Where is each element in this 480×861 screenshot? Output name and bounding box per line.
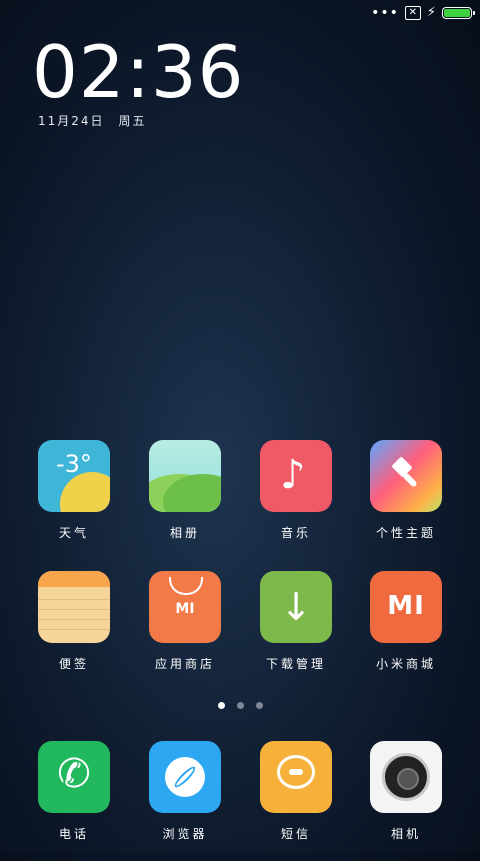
app-label: 下载管理 bbox=[265, 657, 326, 671]
down-arrow-glyph: ↓ bbox=[280, 585, 312, 629]
browser-icon bbox=[149, 741, 221, 813]
camera-icon bbox=[370, 741, 442, 813]
app-label: 便签 bbox=[58, 657, 89, 671]
app-downloads[interactable]: ↓ 下载管理 bbox=[246, 571, 346, 672]
more-dots-icon: ••• bbox=[371, 5, 399, 21]
app-music[interactable]: ♪ 音乐 bbox=[246, 440, 346, 541]
battery-icon bbox=[442, 7, 475, 19]
app-label: 小米商城 bbox=[375, 657, 436, 671]
app-label: 音乐 bbox=[280, 526, 311, 540]
download-icon: ↓ bbox=[260, 571, 332, 643]
page-dot[interactable] bbox=[217, 702, 225, 709]
app-store[interactable]: MI 应用商店 bbox=[135, 571, 235, 672]
mistore-mi-text: MI bbox=[387, 591, 425, 621]
app-row-2: 便签 MI 应用商店 ↓ 下载管理 MI 小米商城 bbox=[0, 571, 480, 691]
page-dot[interactable] bbox=[236, 702, 244, 709]
gallery-icon bbox=[149, 440, 221, 512]
phone-icon: ✆ bbox=[38, 741, 110, 813]
phone-glyph: ✆ bbox=[57, 751, 91, 797]
dock: ✆ 电话 浏览器 短信 相机 bbox=[0, 741, 480, 861]
app-weather[interactable]: -3° 天气 bbox=[24, 440, 124, 541]
page-dot[interactable] bbox=[255, 702, 263, 709]
bolt-icon: ⚡ bbox=[426, 5, 436, 20]
status-icons: ••• ✕ ⚡ bbox=[371, 5, 475, 21]
date-text: 11月24日 bbox=[38, 114, 105, 128]
mi-store-icon: MI bbox=[370, 571, 442, 643]
app-messages[interactable]: 短信 bbox=[246, 741, 346, 842]
app-label: 浏览器 bbox=[162, 827, 208, 841]
app-browser[interactable]: 浏览器 bbox=[135, 741, 235, 842]
message-icon bbox=[260, 741, 332, 813]
app-mi-store[interactable]: MI 小米商城 bbox=[356, 571, 456, 672]
weekday-text: 周五 bbox=[118, 114, 147, 128]
weather-temp: -3° bbox=[56, 450, 92, 478]
app-gallery[interactable]: 相册 bbox=[135, 440, 235, 541]
app-label: 天气 bbox=[58, 526, 89, 540]
app-store-icon: MI bbox=[149, 571, 221, 643]
app-row-1: -3° 天气 相册 ♪ 音乐 个性主题 bbox=[0, 440, 480, 560]
status-bar: ••• ✕ ⚡ bbox=[0, 0, 480, 28]
app-label: 相册 bbox=[169, 526, 200, 540]
music-icon: ♪ bbox=[260, 440, 332, 512]
app-label: 个性主题 bbox=[375, 526, 436, 540]
app-notes[interactable]: 便签 bbox=[24, 571, 124, 672]
app-label: 短信 bbox=[280, 827, 311, 841]
app-phone[interactable]: ✆ 电话 bbox=[24, 741, 124, 842]
clock-time[interactable]: 02:36 bbox=[32, 32, 245, 112]
themes-icon bbox=[370, 440, 442, 512]
store-mi-text: MI bbox=[175, 601, 195, 617]
notes-icon bbox=[38, 571, 110, 643]
app-label: 相机 bbox=[390, 827, 421, 841]
app-themes[interactable]: 个性主题 bbox=[356, 440, 456, 541]
page-indicator[interactable] bbox=[0, 702, 480, 709]
app-label: 电话 bbox=[58, 827, 89, 841]
app-camera[interactable]: 相机 bbox=[356, 741, 456, 842]
weather-icon: -3° bbox=[38, 440, 110, 512]
app-label: 应用商店 bbox=[154, 657, 215, 671]
clock-date[interactable]: 11月24日 周五 bbox=[38, 112, 147, 129]
close-box-icon: ✕ bbox=[404, 6, 421, 20]
music-note-glyph: ♪ bbox=[280, 452, 306, 498]
